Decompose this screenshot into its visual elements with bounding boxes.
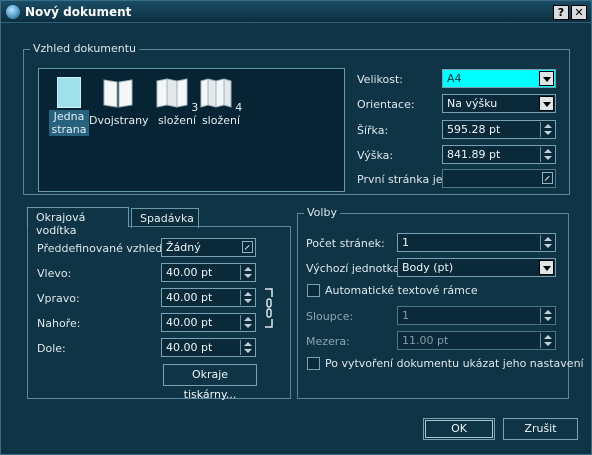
auto-text-frames-checkbox[interactable]: [307, 284, 320, 297]
first-page-label: První stránka je:: [357, 173, 447, 186]
right-margin-spinner[interactable]: [240, 290, 254, 305]
show-settings-label: Po vytvoření dokumentu ukázat jeho nasta…: [325, 357, 584, 370]
bottom-margin-input[interactable]: 40.00 pt: [161, 338, 256, 357]
size-label: Velikost:: [357, 73, 404, 86]
trifold-icon: [156, 78, 188, 108]
pages-count-spinner[interactable]: [540, 235, 554, 250]
orientation-select[interactable]: Na výšku: [442, 94, 556, 113]
tab-bleed[interactable]: Spadávka: [131, 208, 199, 228]
printer-margins-label: Okraje tiskárny...: [183, 368, 237, 401]
layout-label: složení: [201, 114, 241, 127]
columns-label: Sloupce:: [306, 310, 354, 323]
cancel-label: Zrušit: [524, 422, 557, 435]
ok-label: OK: [451, 422, 467, 435]
top-margin-label: Nahoře:: [37, 317, 81, 330]
preset-select[interactable]: Žádný: [161, 238, 256, 257]
layout-label: složení: [157, 114, 197, 127]
size-value: A4: [447, 72, 462, 85]
height-value: 841.89 pt: [447, 148, 501, 161]
layout-single-page[interactable]: Jedna strana: [43, 77, 95, 136]
bottom-margin-spinner[interactable]: [240, 340, 254, 355]
gap-value: 11.00 pt: [402, 334, 449, 347]
edit-icon: [242, 241, 253, 253]
help-button[interactable]: ?: [553, 5, 569, 20]
columns-input[interactable]: 1: [397, 306, 556, 325]
layout-label: strana: [51, 123, 87, 136]
cancel-button[interactable]: Zrušit: [503, 418, 578, 440]
width-spinner[interactable]: [540, 122, 554, 137]
single-page-icon: [57, 77, 81, 108]
width-input[interactable]: 595.28 pt: [442, 120, 556, 139]
orientation-label: Orientace:: [357, 98, 415, 111]
top-margin-value: 40.00 pt: [166, 316, 213, 329]
left-margin-spinner[interactable]: [240, 265, 254, 280]
tab-margin-guides[interactable]: Okrajová vodítka: [27, 207, 129, 237]
chevron-down-icon[interactable]: [539, 260, 554, 275]
tab-bleed-label: Spadávka: [140, 212, 194, 225]
right-margin-value: 40.00 pt: [166, 291, 213, 304]
title-bar: Nový dokument ? ✕: [1, 1, 591, 23]
auto-text-frames-label: Automatické textové rámce: [325, 284, 478, 297]
options-title: Volby: [304, 206, 340, 219]
columns-value: 1: [402, 309, 409, 322]
height-label: Výška:: [357, 149, 394, 162]
default-unit-select[interactable]: Body (pt): [397, 258, 556, 277]
preset-value: Žádný: [166, 241, 201, 254]
default-unit-label: Výchozí jednotka:: [306, 262, 404, 275]
pages-count-value: 1: [402, 236, 409, 249]
pages-count-input[interactable]: 1: [397, 233, 556, 252]
new-document-dialog: Nový dokument ? ✕ Vzhled dokumentu Jedna…: [0, 0, 592, 455]
width-label: Šířka:: [357, 124, 389, 137]
gap-spinner[interactable]: [540, 333, 554, 348]
show-settings-checkbox[interactable]: [307, 357, 320, 370]
size-select[interactable]: A4: [442, 69, 556, 88]
first-page-select[interactable]: [442, 169, 556, 188]
layout-facing-pages[interactable]: Dvojstrany: [89, 77, 149, 127]
layout-label: Dvojstrany: [89, 114, 149, 127]
edit-icon: [542, 172, 553, 184]
top-margin-spinner[interactable]: [240, 315, 254, 330]
width-value: 595.28 pt: [447, 123, 501, 136]
printer-margins-button[interactable]: Okraje tiskárny...: [163, 364, 257, 401]
close-button[interactable]: ✕: [571, 5, 587, 20]
gap-input[interactable]: 11.00 pt: [397, 331, 556, 350]
gap-label: Mezera:: [306, 335, 350, 348]
app-logo-icon: [6, 5, 20, 19]
height-input[interactable]: 841.89 pt: [442, 145, 556, 164]
left-margin-input[interactable]: 40.00 pt: [161, 263, 256, 282]
columns-spinner[interactable]: [540, 308, 554, 323]
top-margin-input[interactable]: 40.00 pt: [161, 313, 256, 332]
facing-pages-icon: [103, 79, 133, 108]
quadfold-icon: [200, 78, 232, 108]
layout-label: Jedna: [53, 110, 85, 123]
ok-button[interactable]: OK: [423, 418, 495, 440]
layout-quadfold[interactable]: 4 složení: [195, 77, 247, 127]
document-layout-title: Vzhled dokumentu: [30, 42, 140, 55]
layout-label: 4: [235, 101, 243, 114]
chevron-down-icon[interactable]: [539, 96, 554, 111]
chevron-down-icon[interactable]: [539, 71, 554, 86]
right-margin-input[interactable]: 40.00 pt: [161, 288, 256, 307]
chain-link-icon[interactable]: [263, 287, 275, 329]
height-spinner[interactable]: [540, 147, 554, 162]
window-title: Nový dokument: [25, 5, 132, 19]
document-layout-list: Jedna strana Dvojstrany 3 složení 4 slož…: [38, 68, 345, 192]
orientation-value: Na výšku: [447, 97, 498, 110]
pages-count-label: Počet stránek:: [306, 237, 385, 250]
bottom-margin-label: Dole:: [37, 342, 66, 355]
left-margin-value: 40.00 pt: [166, 266, 213, 279]
default-unit-value: Body (pt): [402, 261, 454, 274]
preset-label: Předdefinované vzhledy:: [37, 242, 172, 255]
left-margin-label: Vlevo:: [37, 267, 72, 280]
right-margin-label: Vpravo:: [37, 292, 80, 305]
bottom-margin-value: 40.00 pt: [166, 341, 213, 354]
